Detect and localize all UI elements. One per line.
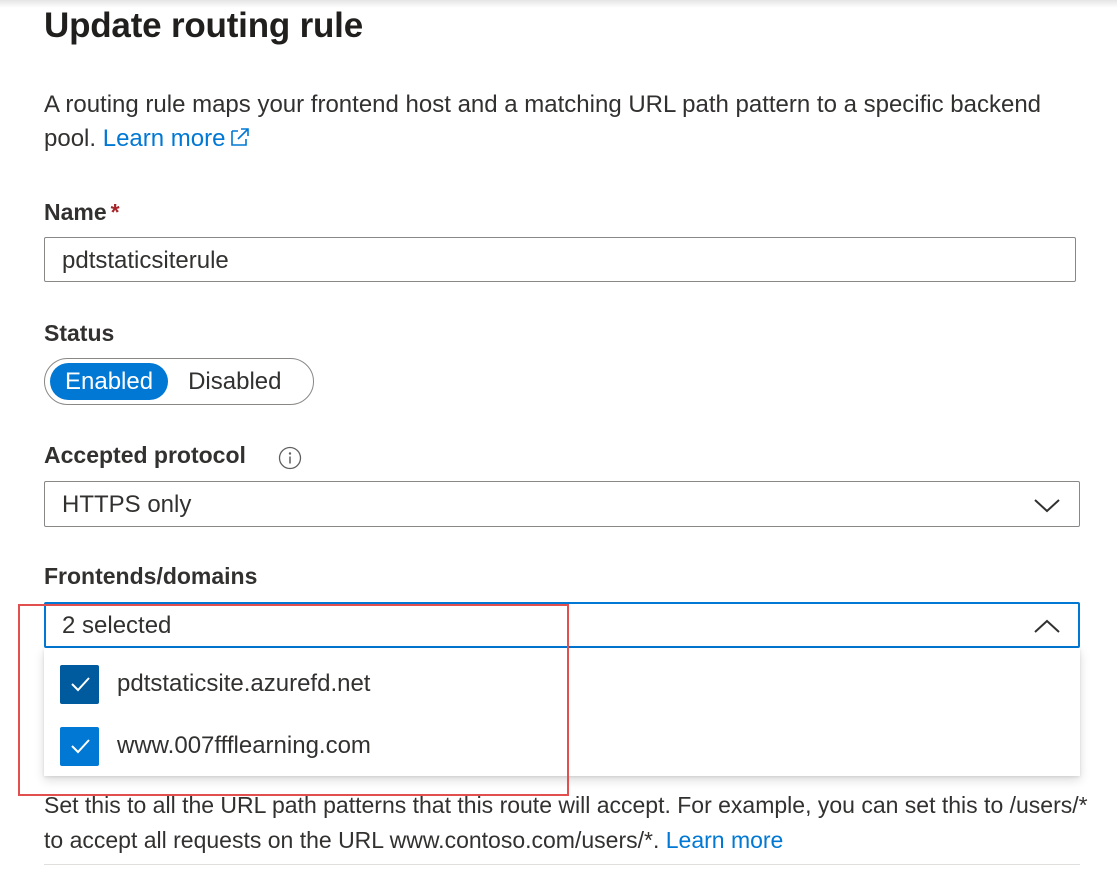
frontends-value: 2 selected [62, 612, 172, 639]
frontend-option[interactable]: pdtstaticsite.azurefd.net [60, 664, 370, 704]
external-link-icon [229, 124, 251, 158]
status-label: Status [44, 320, 115, 346]
status-enabled-option[interactable]: Enabled [50, 363, 169, 400]
protocol-dropdown[interactable]: HTTPS only [44, 481, 1080, 527]
name-label: Name * [44, 199, 120, 225]
info-icon[interactable] [278, 446, 302, 475]
frontends-label: Frontends/domains [44, 563, 258, 589]
learn-more-link[interactable]: Learn more [666, 827, 784, 853]
checkmark-icon [70, 739, 90, 754]
divider [44, 864, 1080, 865]
name-field[interactable]: pdtstaticsiterule [44, 237, 1076, 282]
required-asterisk: * [110, 199, 120, 225]
checkbox-checked[interactable] [60, 664, 99, 704]
frontend-option-label: pdtstaticsite.azurefd.net [117, 670, 371, 697]
status-toggle[interactable]: Enabled Disabled [44, 358, 314, 405]
chevron-down-icon [1033, 494, 1061, 522]
frontend-option[interactable]: www.007ffflearning.com [60, 726, 371, 766]
learn-more-link[interactable]: Learn more [103, 125, 252, 152]
protocol-value: HTTPS only [62, 491, 192, 518]
help-text: Set this to all the URL path patterns th… [44, 788, 1094, 858]
frontends-menu: pdtstaticsite.azurefd.net www.007ffflear… [44, 648, 1080, 776]
help-text-body: Set this to all the URL path patterns th… [44, 792, 1088, 853]
checkmark-icon [70, 677, 90, 692]
frontend-option-label: www.007ffflearning.com [117, 732, 371, 759]
frontends-dropdown[interactable]: 2 selected [44, 602, 1080, 648]
page-title: Update routing rule [44, 6, 363, 45]
chevron-up-icon [1033, 615, 1061, 643]
checkbox-checked[interactable] [60, 726, 99, 766]
status-disabled-option[interactable]: Disabled [188, 368, 281, 396]
description: A routing rule maps your frontend host a… [44, 88, 1064, 158]
protocol-label: Accepted protocol [44, 442, 246, 468]
